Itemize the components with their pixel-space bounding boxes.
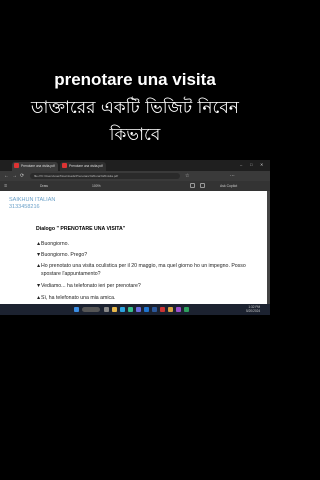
tab-bar: Prenotare una visita.pdf Prenotare una v… [0, 160, 270, 171]
clock[interactable]: 1:32 PM 5/20/2024 [246, 305, 261, 313]
dialog-line: ▼Vediamo... ha telefonato ieri per preno… [36, 283, 141, 289]
explorer-icon[interactable] [112, 307, 117, 312]
tab-label: Prenotare una visita.pdf [21, 164, 55, 168]
maximize-icon[interactable]: □ [250, 162, 252, 167]
minimize-icon[interactable]: – [240, 162, 242, 167]
app-icon[interactable] [168, 307, 173, 312]
overlay-caption-bengali-2: কিভাবে [109, 125, 161, 145]
print-icon[interactable] [190, 183, 195, 188]
dialog-line: ▲Buongiorno. [36, 241, 69, 247]
back-icon[interactable]: ← [4, 173, 9, 179]
zoom-level: 100% [92, 184, 101, 188]
start-icon[interactable] [74, 307, 79, 312]
pdf-toolbar: ☰ Draw 100% Ask Copilot [0, 181, 270, 191]
browser-toolbar: ← → ⟳ file:///C:/Users/user/Downloads/Pr… [0, 171, 270, 181]
browser-icon[interactable] [120, 307, 125, 312]
forward-icon[interactable]: → [12, 173, 17, 179]
brand-phone: 3133458216 [9, 204, 40, 210]
brand-block: SAIKHUN ITALIAN 3133458216 [9, 197, 55, 211]
draw-button[interactable]: Draw [40, 184, 48, 188]
pdf-page: SAIKHUN ITALIAN 3133458216 Dialogo " PRE… [0, 191, 270, 304]
clock-date: 5/20/2024 [246, 308, 261, 313]
dialog-line: ▲Ho prenotato una visita oculistica per … [36, 263, 246, 269]
app-icon[interactable] [160, 307, 165, 312]
dialog-line: ▲Sì, ha telefonato una mia amica. [36, 295, 116, 301]
brand-name: SAIKHUN ITALIAN [9, 197, 56, 203]
store-icon[interactable] [136, 307, 141, 312]
save-icon[interactable] [200, 183, 205, 188]
mail-icon[interactable] [144, 307, 149, 312]
ask-copilot-button[interactable]: Ask Copilot [220, 184, 237, 188]
address-bar[interactable]: file:///C:/Users/user/Downloads/Prenotar… [30, 173, 180, 179]
search-icon[interactable] [82, 307, 100, 312]
app-icon[interactable] [176, 307, 181, 312]
pdf-icon [62, 163, 67, 168]
dialog-title: Dialogo " PRENOTARE UNA VISITA" [36, 226, 126, 232]
overlay-caption-bengali: ডাক্তারের একটি ভিজিট নিবেন [31, 98, 239, 118]
overlay-caption-italian: prenotare una visita [54, 70, 216, 89]
tab-label: Prenotare una visita.pdf [69, 164, 103, 168]
word-icon[interactable] [152, 307, 157, 312]
close-icon[interactable]: ✕ [260, 162, 263, 167]
refresh-icon[interactable]: ⟳ [20, 173, 24, 179]
pdf-icon [14, 163, 19, 168]
star-icon[interactable]: ☆ [185, 173, 189, 179]
taskbar: 1:32 PM 5/20/2024 [0, 304, 270, 315]
dialog-line: spostare l'appuntamento? [41, 271, 101, 277]
browser-screenshot: Prenotare una visita.pdf Prenotare una v… [0, 160, 270, 315]
scrollbar[interactable] [267, 191, 270, 304]
dialog-line: ▼Buongiorno. Prego? [36, 252, 88, 258]
taskview-icon[interactable] [104, 307, 109, 312]
app-icon[interactable] [184, 307, 189, 312]
edge-icon[interactable] [128, 307, 133, 312]
menu-icon[interactable]: ☰ [4, 184, 7, 188]
extensions-icon[interactable]: ⋯ [230, 173, 235, 179]
